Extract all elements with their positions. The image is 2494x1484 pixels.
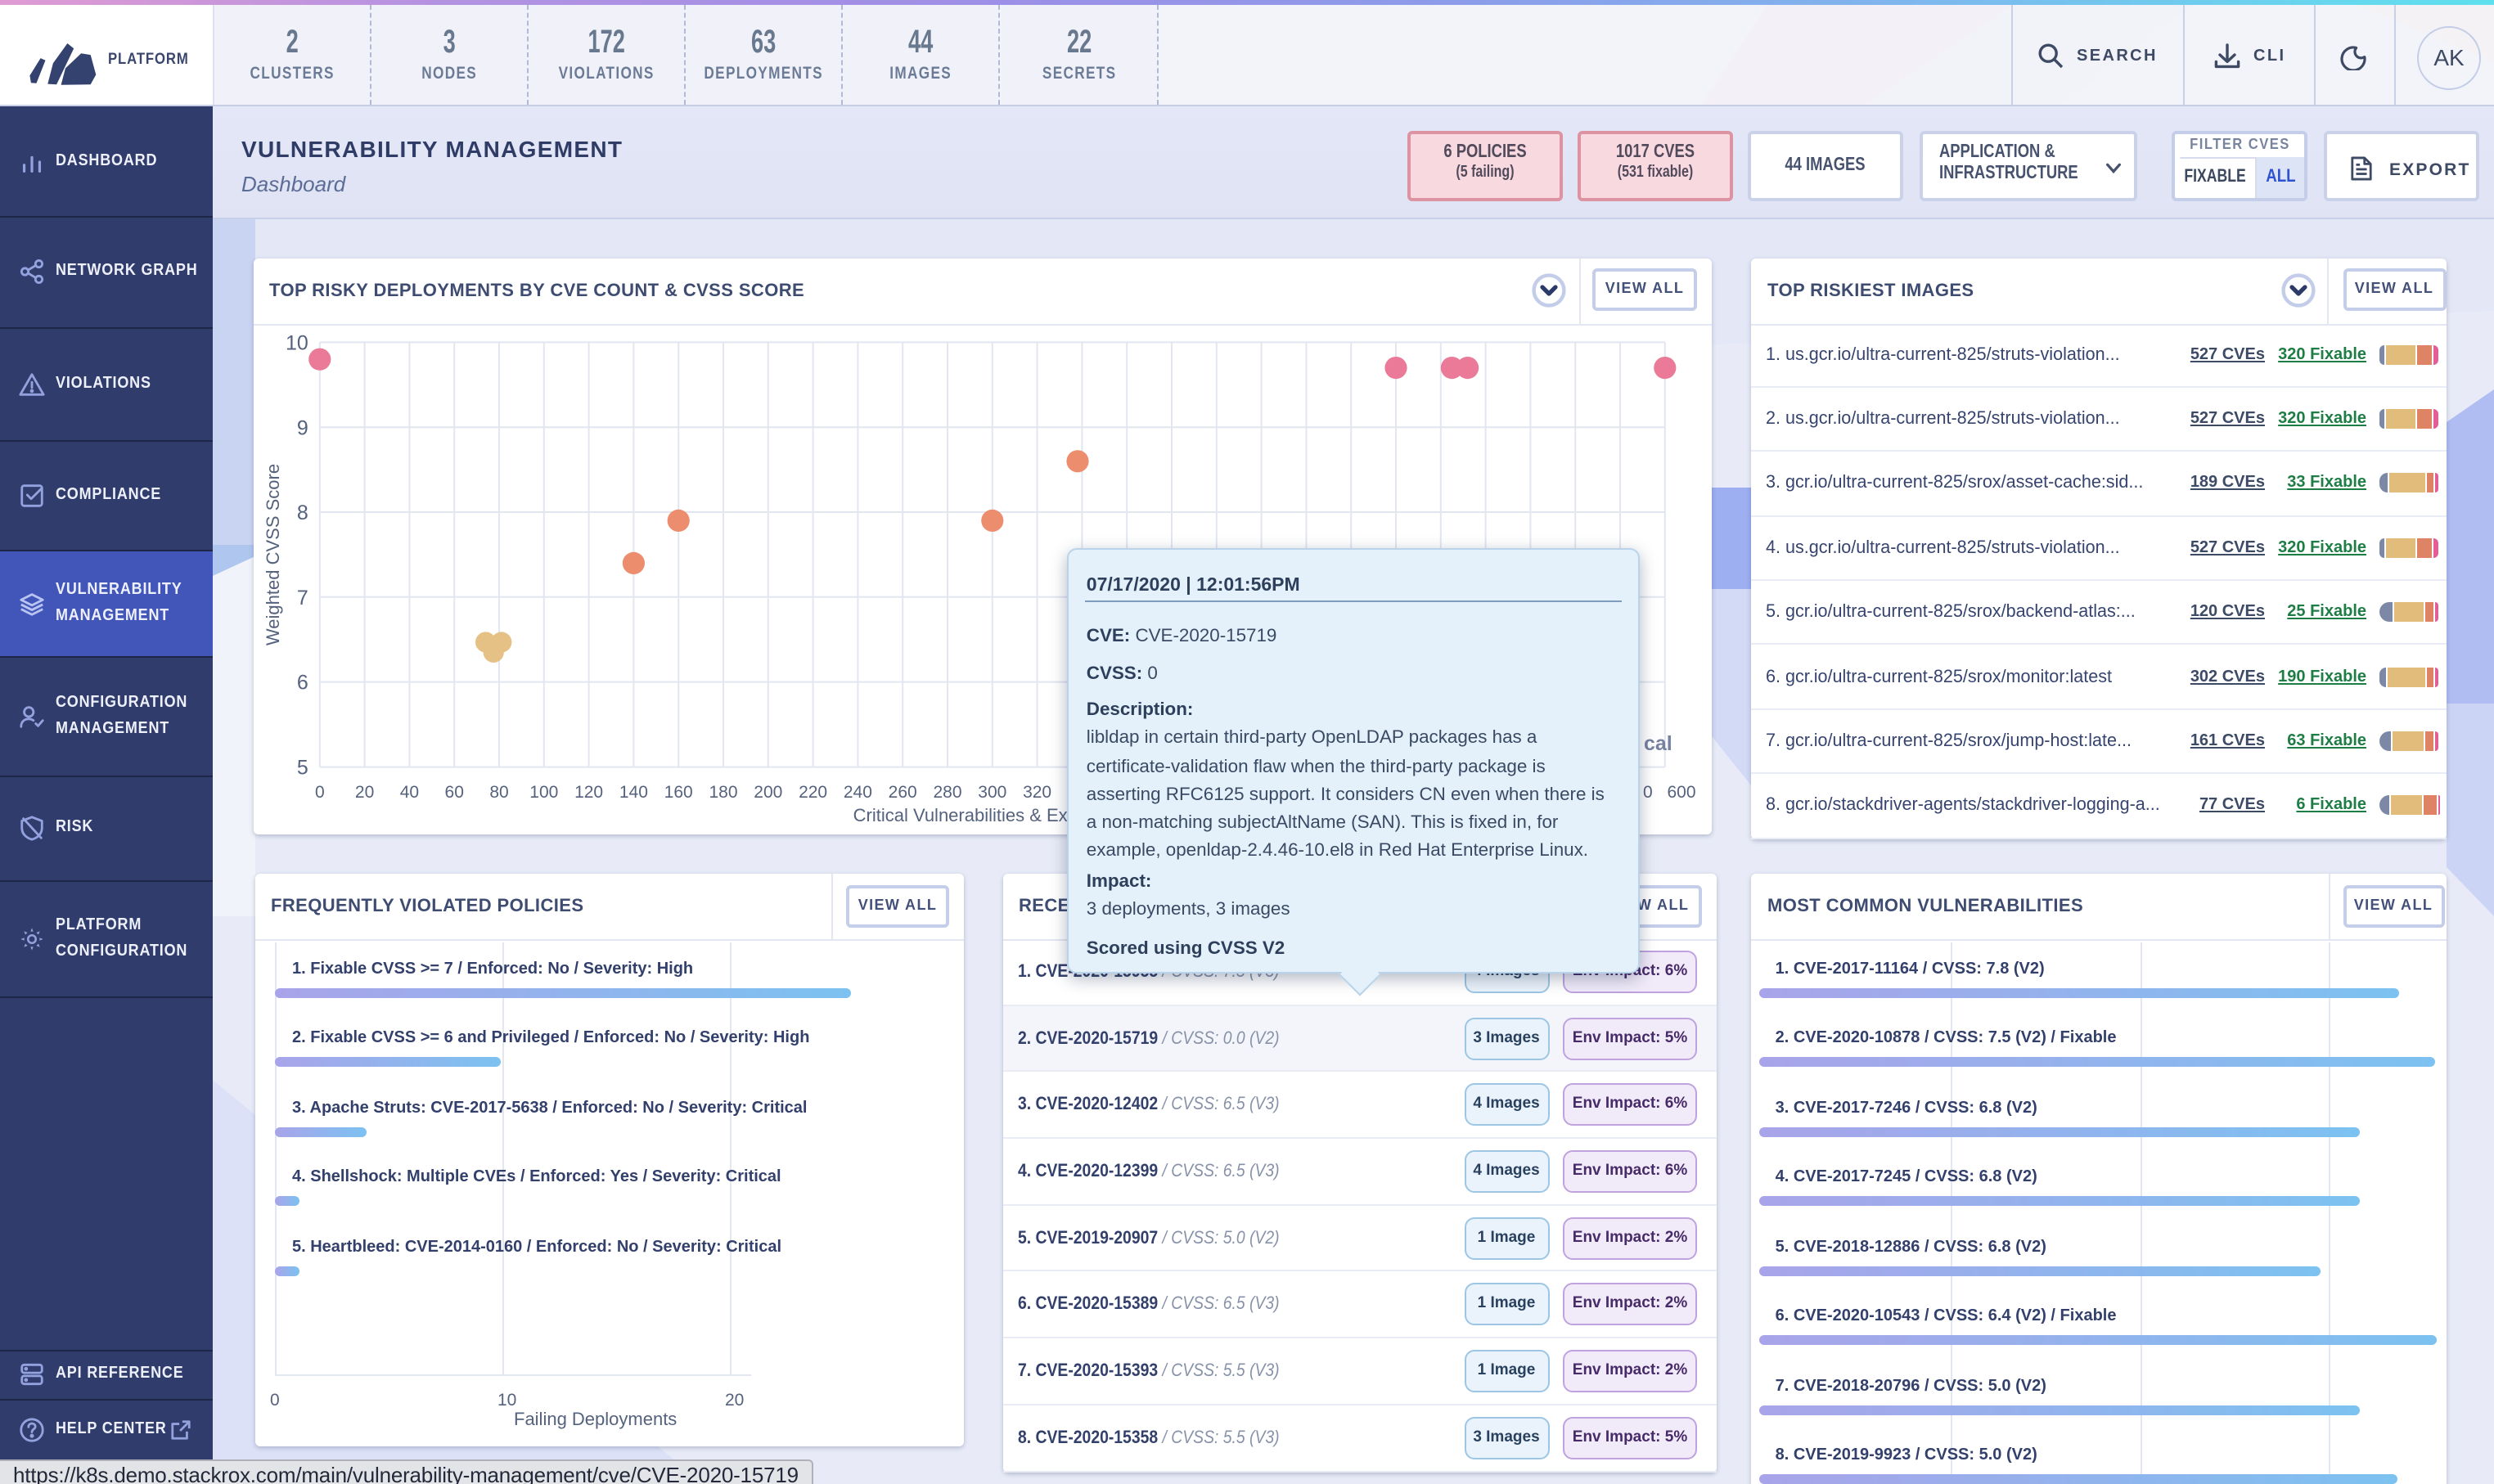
svg-text:cal: cal — [1643, 731, 1672, 754]
svg-text:60: 60 — [444, 782, 463, 801]
svg-text:8: 8 — [296, 501, 308, 524]
svg-text:9: 9 — [296, 416, 308, 438]
svg-text:6: 6 — [296, 671, 308, 694]
svg-text:300: 300 — [977, 782, 1006, 801]
svg-text:10: 10 — [285, 331, 308, 354]
svg-text:320: 320 — [1022, 782, 1051, 801]
svg-text:0: 0 — [1642, 782, 1652, 801]
svg-text:Weighted CVSS Score: Weighted CVSS Score — [262, 463, 282, 645]
svg-text:600: 600 — [1666, 782, 1695, 801]
svg-text:7: 7 — [296, 586, 308, 609]
svg-text:120: 120 — [574, 782, 602, 801]
svg-text:5: 5 — [296, 755, 308, 778]
svg-text:280: 280 — [932, 782, 961, 801]
svg-text:180: 180 — [708, 782, 736, 801]
svg-text:40: 40 — [399, 782, 418, 801]
svg-text:220: 220 — [798, 782, 826, 801]
svg-text:20: 20 — [354, 782, 373, 801]
svg-text:260: 260 — [888, 782, 916, 801]
svg-text:240: 240 — [843, 782, 871, 801]
svg-text:80: 80 — [488, 782, 507, 801]
svg-text:140: 140 — [619, 782, 647, 801]
svg-text:160: 160 — [664, 782, 692, 801]
svg-text:0: 0 — [314, 782, 324, 801]
svg-text:200: 200 — [753, 782, 781, 801]
svg-text:100: 100 — [529, 782, 557, 801]
